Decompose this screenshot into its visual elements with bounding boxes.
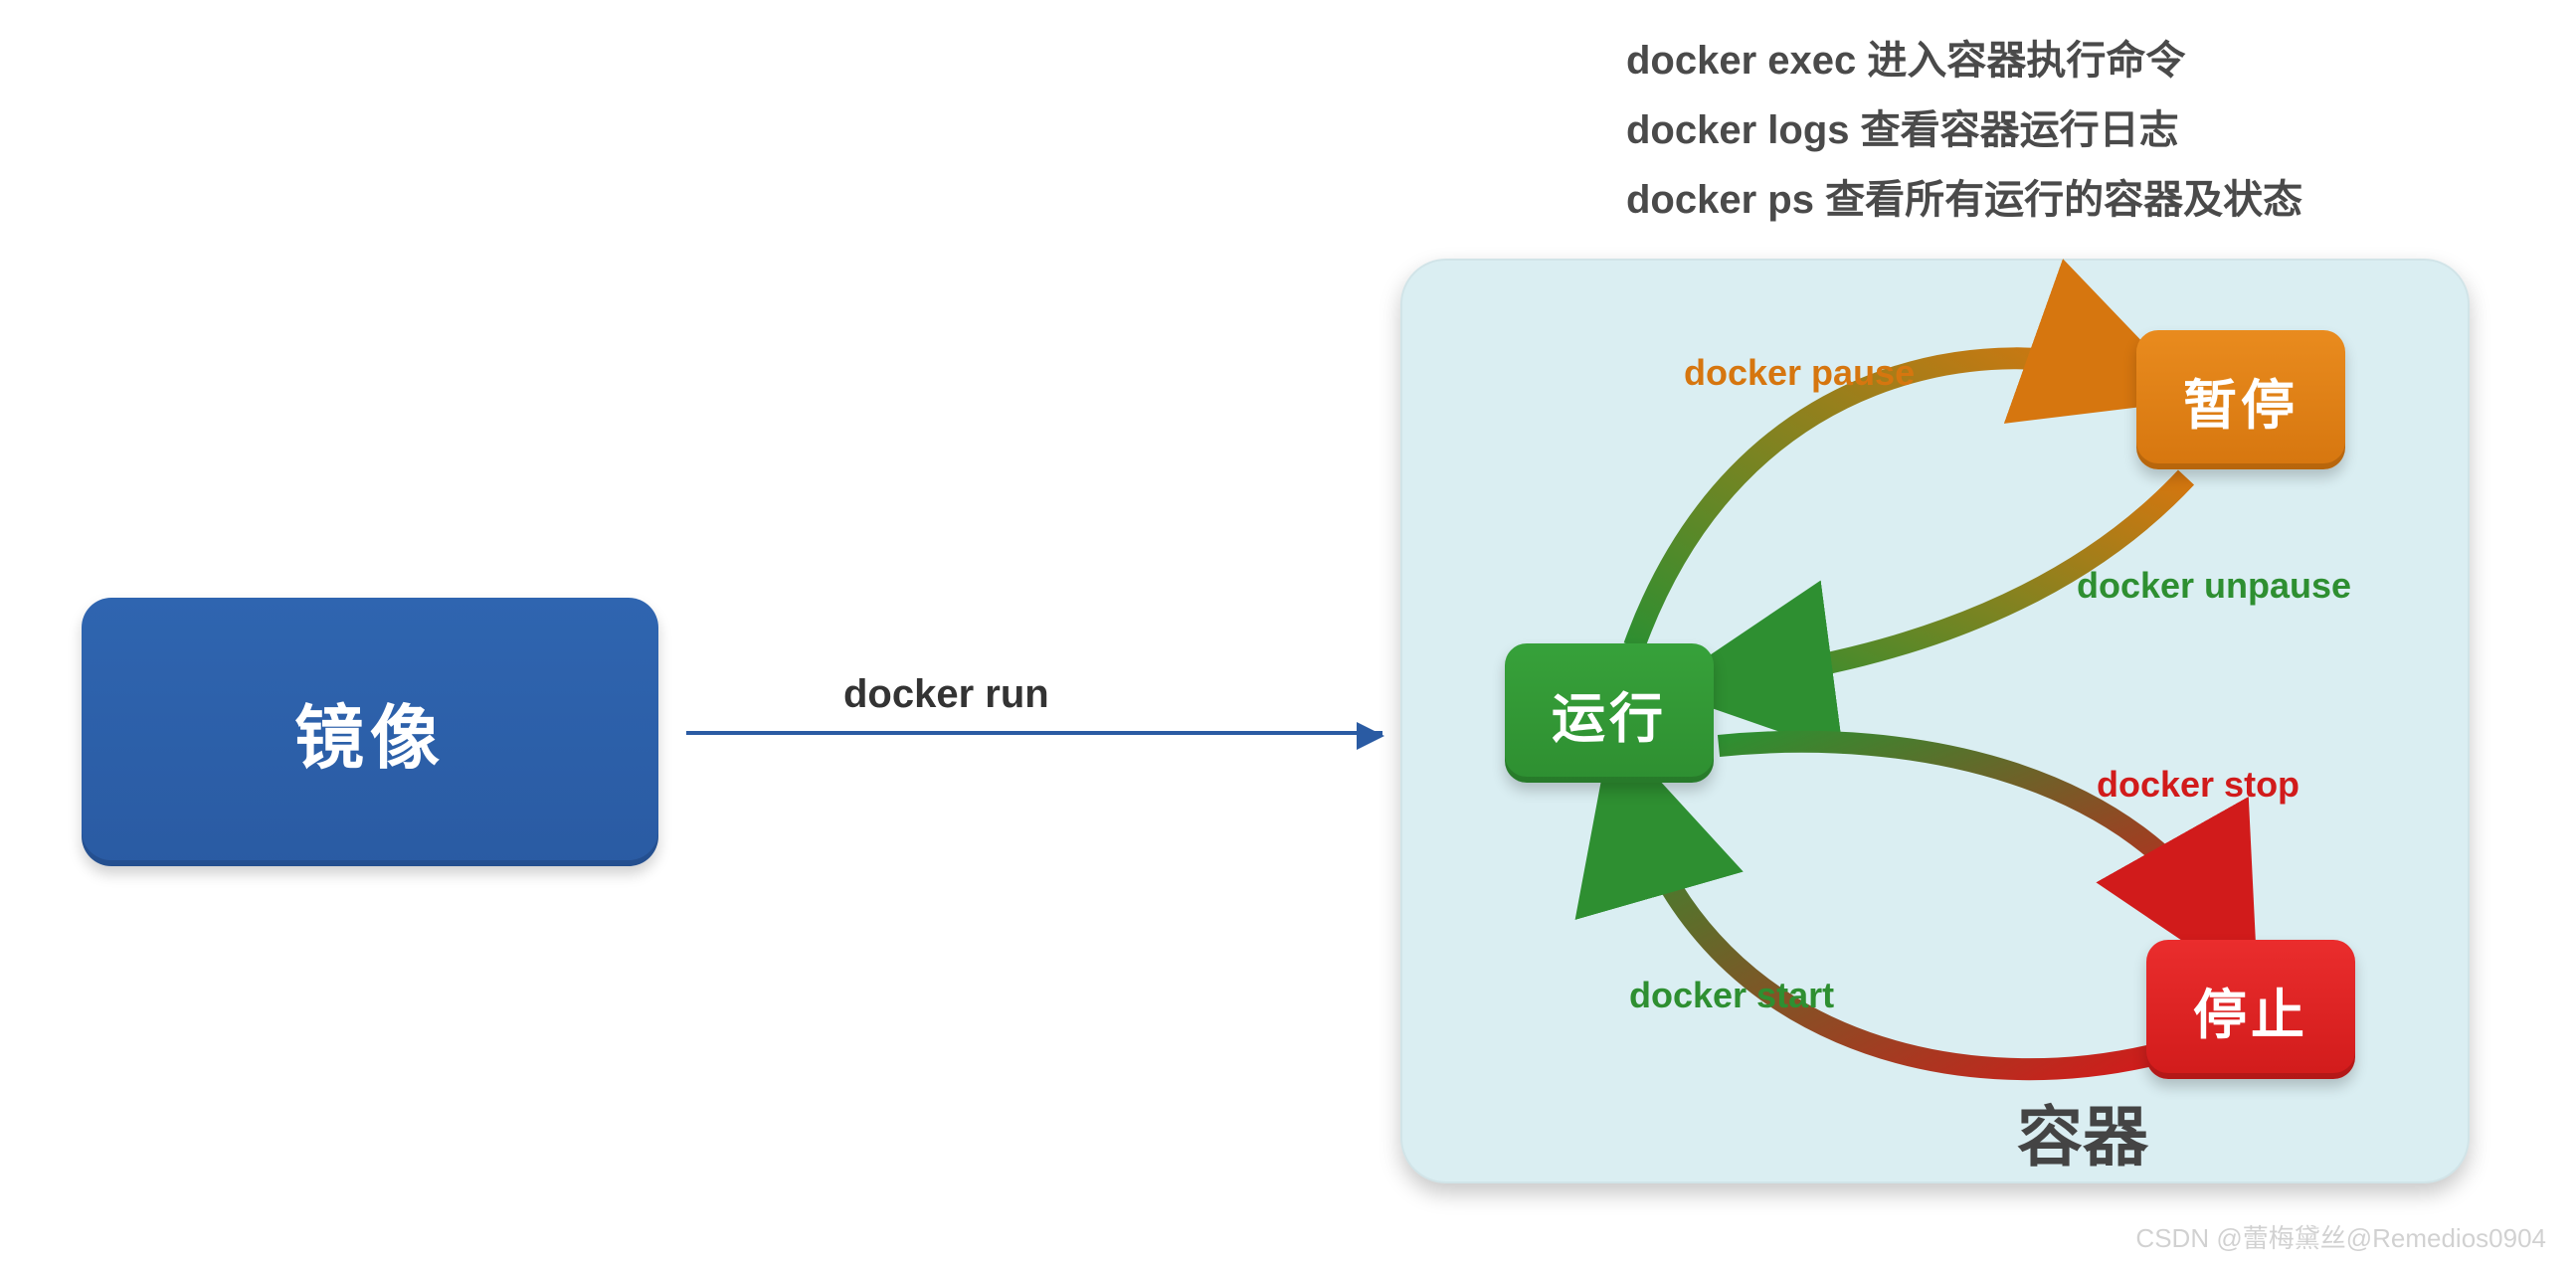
watermark: CSDN @蕾梅黛丝@Remedios0904 [2135,1218,2546,1255]
label-stop: docker stop [2097,764,2300,806]
state-stopped-label: 停止 [2193,971,2308,1049]
arrow-pause [1634,358,2136,646]
run-arrow-label: docker run [843,672,1049,717]
arrow-start [1629,791,2156,1069]
state-paused: 暂停 [2136,330,2345,469]
state-running-label: 运行 [1552,674,1667,753]
diagram-canvas: docker exec 进入容器执行命令 docker logs 查看容器运行日… [0,0,2576,1265]
label-pause: docker pause [1684,352,1915,394]
run-arrow [686,731,1382,735]
state-running: 运行 [1505,643,1714,783]
cmd-logs: docker logs 查看容器运行日志 [1626,95,2302,165]
command-list: docker exec 进入容器执行命令 docker logs 查看容器运行日… [1626,26,2302,235]
label-unpause: docker unpause [2077,565,2351,607]
image-box-label: 镜像 [294,682,446,783]
container-label: 容器 [2017,1084,2148,1179]
container-panel: 运行 暂停 停止 docker pause docker unpause doc… [1400,259,2470,1183]
state-paused-label: 暂停 [2183,361,2299,440]
cmd-ps: docker ps 查看所有运行的容器及状态 [1626,165,2302,235]
cmd-exec: docker exec 进入容器执行命令 [1626,26,2302,95]
image-box: 镜像 [82,598,658,866]
label-start: docker start [1629,975,1834,1016]
state-stopped: 停止 [2146,940,2355,1079]
